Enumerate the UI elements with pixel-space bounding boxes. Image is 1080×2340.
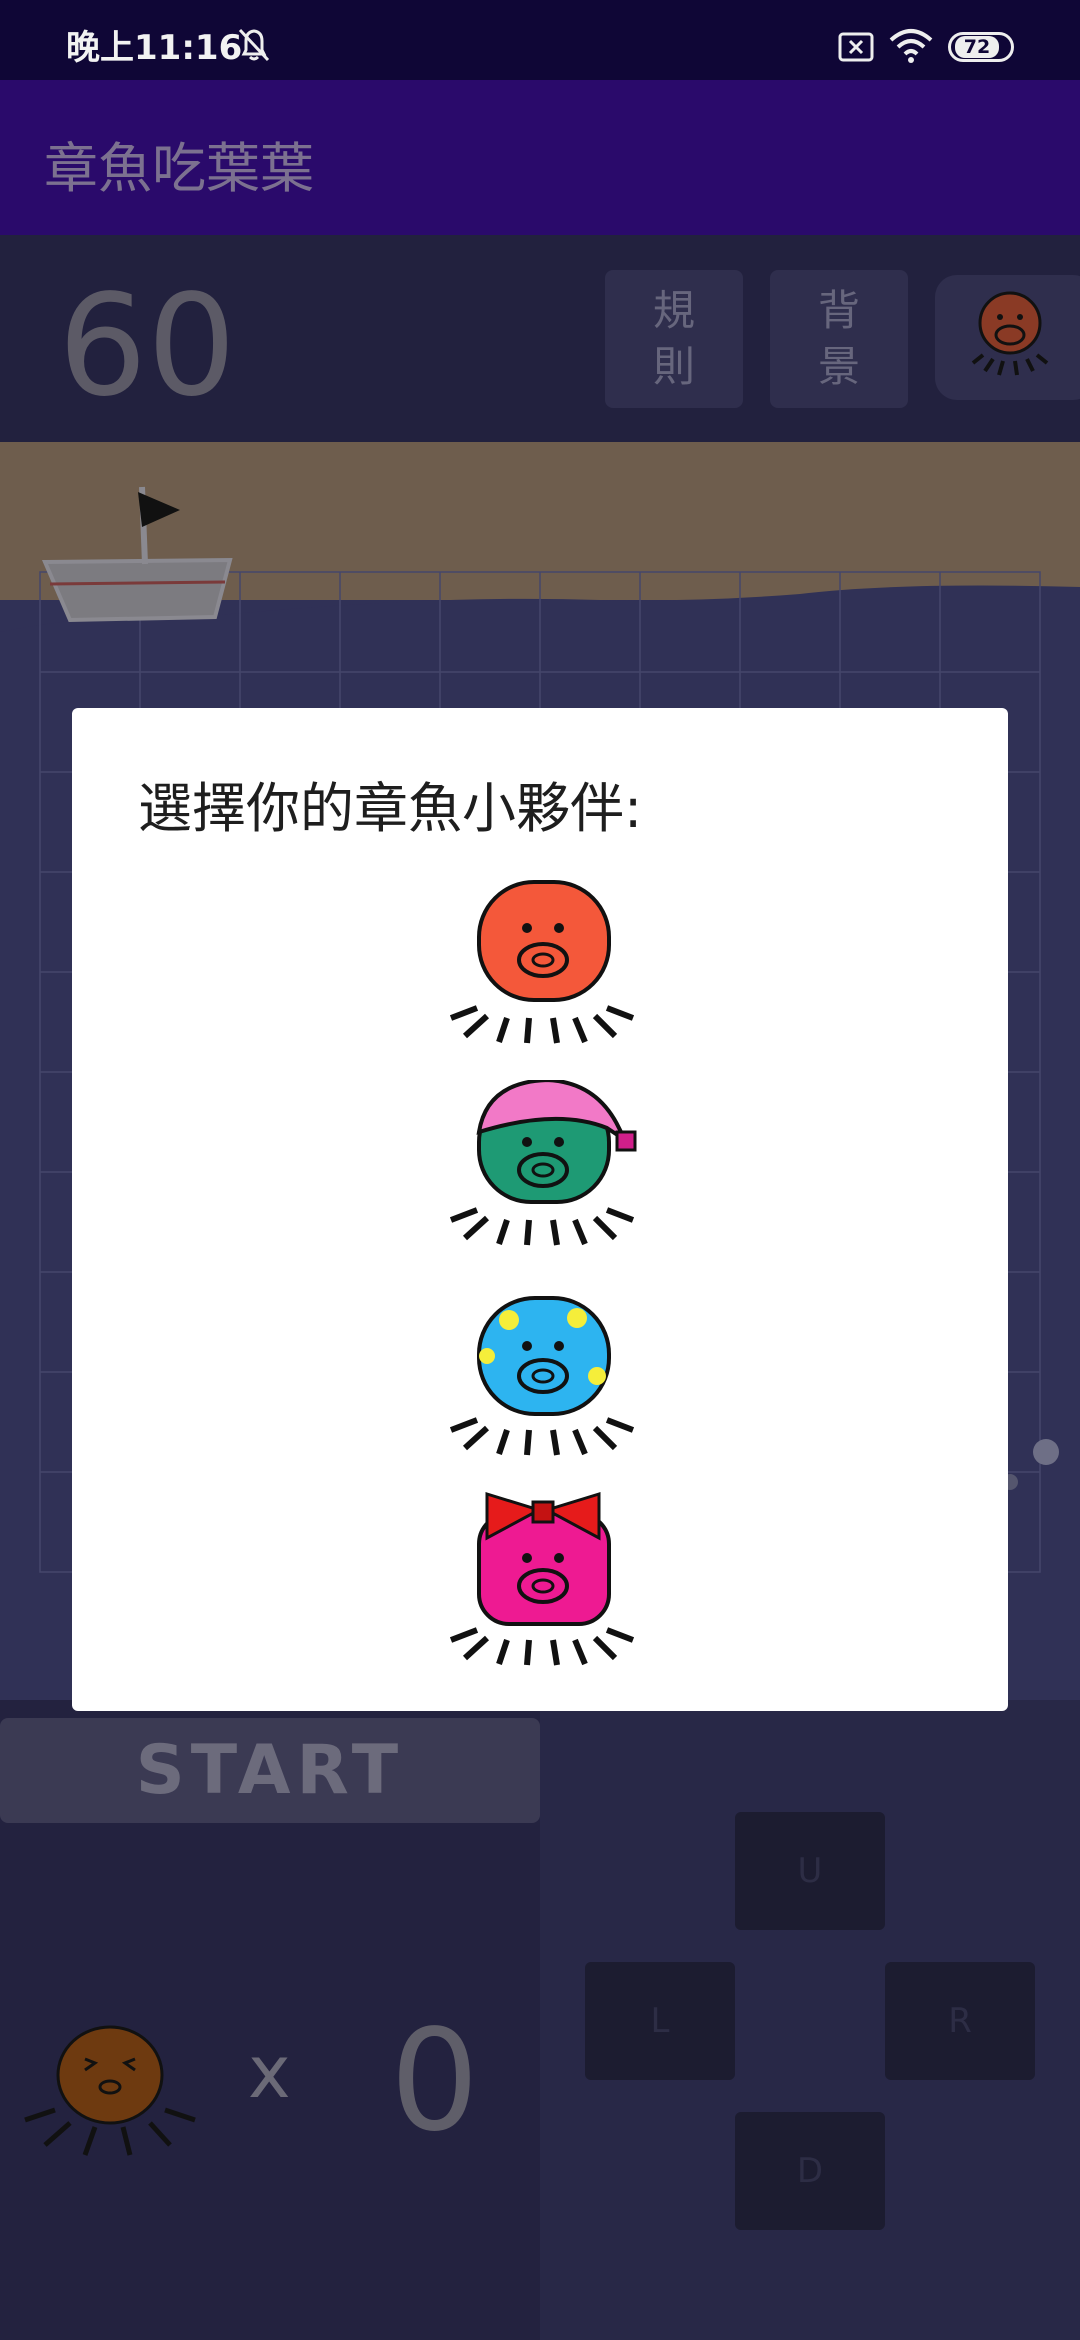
up-button[interactable]: U [735, 1812, 885, 1930]
character-select-button[interactable] [935, 275, 1080, 400]
blue-spotted-octopus-icon [449, 1296, 635, 1456]
orange-octopus-icon [971, 291, 1049, 376]
character-select-dialog: 選擇你的章魚小夥伴: [72, 708, 1008, 1711]
silent-bell-icon [236, 26, 272, 68]
option-green-octopus[interactable] [447, 1077, 637, 1250]
option-blue-octopus[interactable] [447, 1296, 637, 1466]
option-pink-octopus[interactable] [447, 1490, 637, 1666]
rules-button-label: 規則 [652, 286, 695, 391]
background-button-label: 背景 [817, 286, 860, 391]
app-bar: 章魚吃葉葉 [0, 80, 1080, 235]
rules-button[interactable]: 規則 [605, 270, 743, 408]
battery-icon: 72 [948, 32, 1014, 62]
orange-octopus-icon [449, 880, 635, 1044]
wifi-icon [888, 28, 934, 68]
green-octopus-nightcap-icon [449, 1077, 637, 1246]
status-time: 晚上11:16 [66, 28, 243, 68]
app-title: 章魚吃葉葉 [44, 137, 314, 200]
status-bar: 晚上11:16 72 [0, 0, 1080, 80]
sim-none-icon [838, 32, 874, 66]
lives-multiplier: x [248, 2030, 291, 2114]
pink-octopus-bow-icon [449, 1491, 635, 1666]
dialog-title: 選擇你的章魚小夥伴: [138, 777, 643, 840]
left-button[interactable]: L [585, 1962, 735, 2080]
battery-level: 72 [955, 36, 999, 58]
right-button[interactable]: R [885, 1962, 1035, 2080]
start-button[interactable]: START [0, 1718, 540, 1823]
boat-icon [41, 486, 233, 623]
lives-octopus-icon [24, 2025, 196, 2156]
down-button[interactable]: D [735, 2112, 885, 2230]
score-display: 60 [58, 265, 237, 428]
background-button[interactable]: 背景 [770, 270, 908, 408]
option-orange-octopus[interactable] [447, 878, 637, 1048]
lives-count: 0 [390, 2000, 480, 2163]
top-panel: 60 規則 背景 [0, 235, 1080, 442]
